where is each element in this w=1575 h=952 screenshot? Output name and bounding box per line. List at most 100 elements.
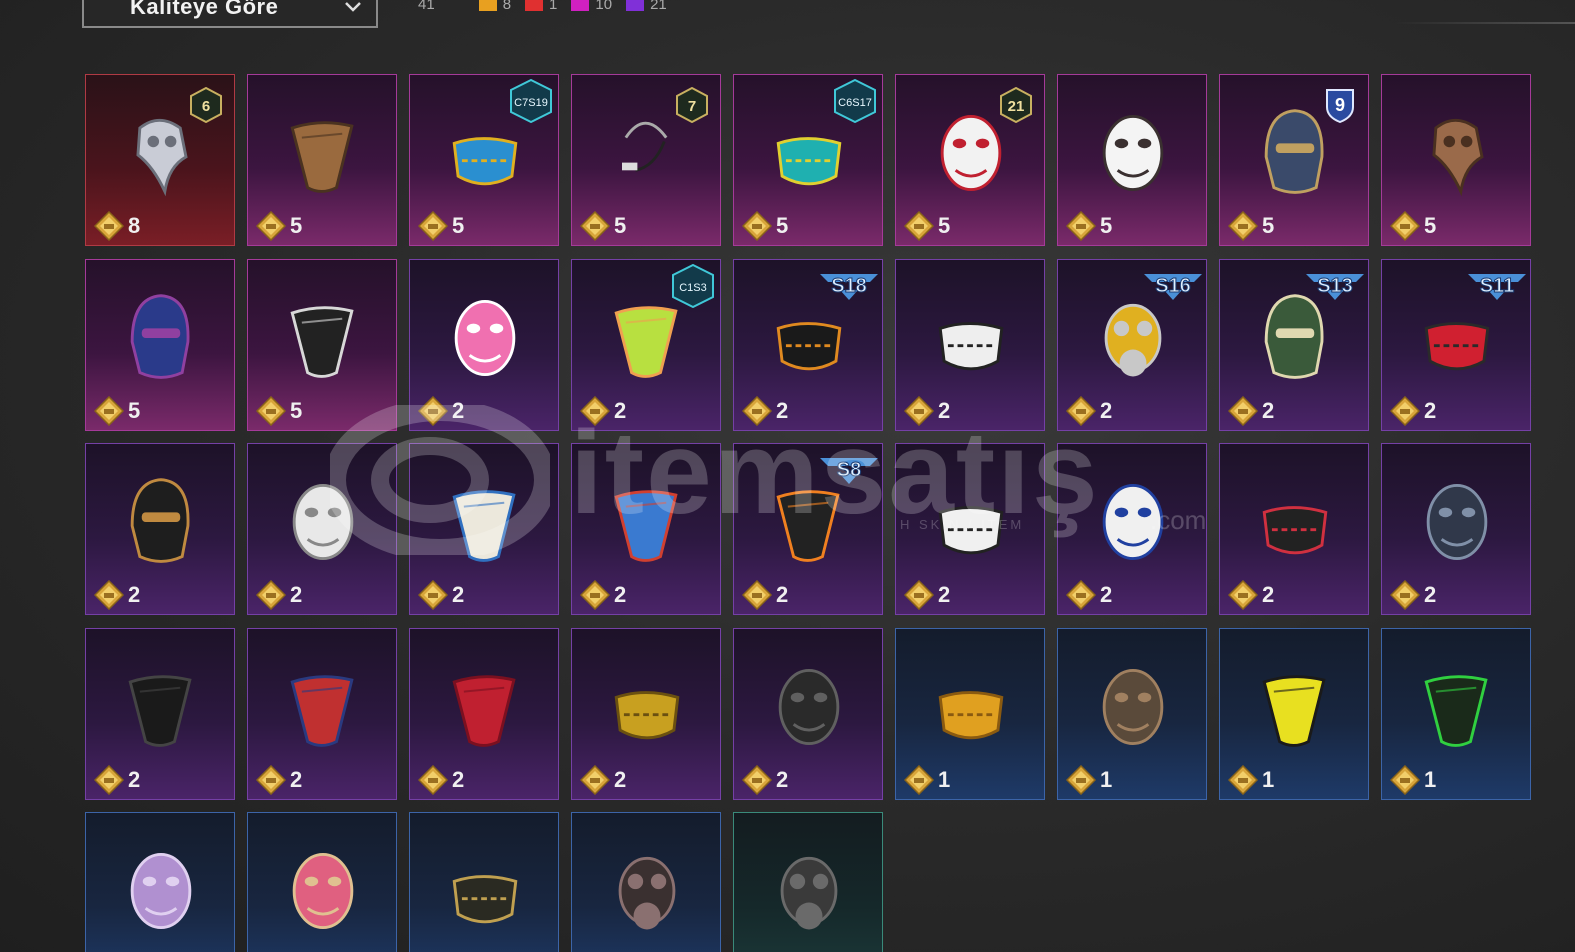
inventory-item[interactable]: 2 — [895, 258, 1045, 431]
inventory-item[interactable]: 2 — [85, 627, 235, 800]
inventory-item[interactable]: 95 — [1219, 74, 1369, 246]
inventory-item[interactable]: 2 — [409, 627, 559, 800]
coin-icon — [1227, 579, 1259, 611]
black-combat-mask-icon — [759, 651, 859, 763]
skull-print-mask-icon — [921, 466, 1021, 578]
price-value: 2 — [290, 582, 303, 607]
pink-cartoon-mask-icon — [435, 282, 535, 394]
coin-icon — [1227, 210, 1259, 242]
inventory-item[interactable]: 2 — [409, 258, 559, 431]
inventory-item[interactable]: 2 — [85, 443, 235, 615]
green-web-bandana-icon — [1407, 651, 1507, 763]
price-value: 2 — [938, 397, 951, 423]
inventory-item[interactable]: 2 — [409, 443, 559, 615]
coin-icon — [93, 395, 125, 426]
coin-icon — [741, 395, 773, 426]
item-price: 5 — [903, 210, 950, 242]
inventory-item[interactable]: 2 — [247, 627, 397, 800]
season-badge: C6S17 — [834, 79, 876, 123]
price-value: 5 — [1262, 213, 1275, 238]
item-price: 5 — [93, 395, 140, 426]
coin-icon — [741, 579, 773, 611]
price-value: 2 — [1424, 397, 1437, 423]
item-price: 2 — [255, 764, 302, 795]
coin-icon — [1227, 764, 1259, 795]
inventory-item[interactable]: 1 — [1057, 627, 1207, 800]
price-value: 1 — [1100, 766, 1113, 792]
item-price: 2 — [417, 764, 464, 795]
item-price: 2 — [741, 764, 788, 795]
sort-dropdown[interactable]: Kaliteye Göre — [82, 0, 378, 28]
inventory-item[interactable]: S8 2 — [733, 443, 883, 615]
level-badge: 7 — [676, 87, 708, 123]
inventory-item[interactable]: 21 5 — [895, 74, 1045, 246]
coin-icon — [903, 764, 935, 795]
inventory-item[interactable]: 2 — [571, 627, 721, 800]
inventory-item[interactable] — [571, 812, 721, 952]
gold-sequin-mask-icon — [597, 651, 697, 763]
item-price: 2 — [741, 395, 789, 426]
inventory-item[interactable]: S18 2 — [733, 258, 883, 431]
pink-smile-mask-icon — [273, 835, 373, 947]
inventory-item[interactable]: 2 — [1057, 443, 1207, 615]
coin-icon — [1389, 395, 1421, 426]
inventory-item[interactable]: C6S17 5 — [733, 74, 883, 246]
svg-text:C1S3: C1S3 — [679, 282, 707, 294]
price-value: 2 — [128, 766, 141, 792]
inventory-item[interactable]: 5 — [247, 258, 397, 431]
inventory-item[interactable]: 2 — [895, 443, 1045, 615]
inventory-item[interactable]: S13 2 — [1219, 258, 1369, 431]
coin-icon — [417, 764, 449, 795]
coin-icon — [903, 579, 935, 611]
inventory-item[interactable] — [733, 812, 883, 952]
inventory-item[interactable]: 1 — [1381, 627, 1531, 800]
inventory-item[interactable]: 75 — [571, 74, 721, 246]
coin-icon — [255, 764, 287, 795]
price-value: 1 — [1424, 766, 1437, 792]
price-value: 5 — [290, 213, 303, 238]
inventory-item[interactable]: S11 2 — [1381, 258, 1531, 431]
coin-icon — [255, 210, 287, 242]
item-price: 2 — [417, 395, 464, 426]
hockey-mask-icon — [1083, 466, 1183, 578]
inventory-item[interactable]: 2 — [247, 443, 397, 615]
total-count: 41 — [418, 0, 435, 13]
inventory-item[interactable]: 5 — [85, 258, 235, 431]
inventory-item[interactable]: 5 — [1057, 74, 1207, 246]
svg-text:C6S17: C6S17 — [838, 97, 872, 109]
price-value: 2 — [776, 582, 789, 607]
item-price: 2 — [579, 395, 626, 426]
inventory-item[interactable]: 2 — [1381, 443, 1531, 615]
inventory-item[interactable]: S16 2 — [1057, 258, 1207, 431]
item-price: 5 — [741, 210, 788, 242]
inventory-item[interactable]: 5 — [1381, 74, 1531, 246]
level-badge: 21 — [1000, 87, 1032, 123]
inventory-item[interactable] — [409, 812, 559, 952]
coin-icon — [741, 210, 773, 242]
inventory-item[interactable]: 1 — [895, 627, 1045, 800]
inventory-item[interactable]: C7S19 5 — [409, 74, 559, 246]
item-price: 2 — [1389, 579, 1436, 611]
item-price: 5 — [579, 210, 626, 242]
inventory-item[interactable]: 2 — [1219, 443, 1369, 615]
inventory-item[interactable]: 2 — [571, 443, 721, 615]
season-badge: S16 — [1144, 273, 1202, 300]
price-value: 2 — [452, 582, 465, 607]
tribal-face-mask-icon — [435, 835, 535, 947]
brown-bandana-icon — [273, 97, 373, 209]
inventory-item[interactable] — [247, 812, 397, 952]
inventory-item[interactable]: 1 — [1219, 627, 1369, 800]
price-value: 2 — [614, 582, 627, 607]
price-value: 5 — [452, 213, 465, 238]
coin-icon — [1065, 579, 1097, 611]
inventory-item[interactable]: 2 — [733, 627, 883, 800]
inventory-item[interactable]: 5 — [247, 74, 397, 246]
blue-bandana-icon — [597, 466, 697, 578]
sort-dropdown-label: Kaliteye Göre — [130, 0, 279, 19]
price-value: 2 — [776, 397, 789, 423]
inventory-item[interactable]: C1S3 2 — [571, 258, 721, 431]
inventory-item[interactable]: 68 — [85, 74, 235, 246]
inventory-item[interactable] — [85, 812, 235, 952]
price-value: 1 — [938, 766, 951, 792]
white-cloth-mask-icon — [1083, 97, 1183, 209]
